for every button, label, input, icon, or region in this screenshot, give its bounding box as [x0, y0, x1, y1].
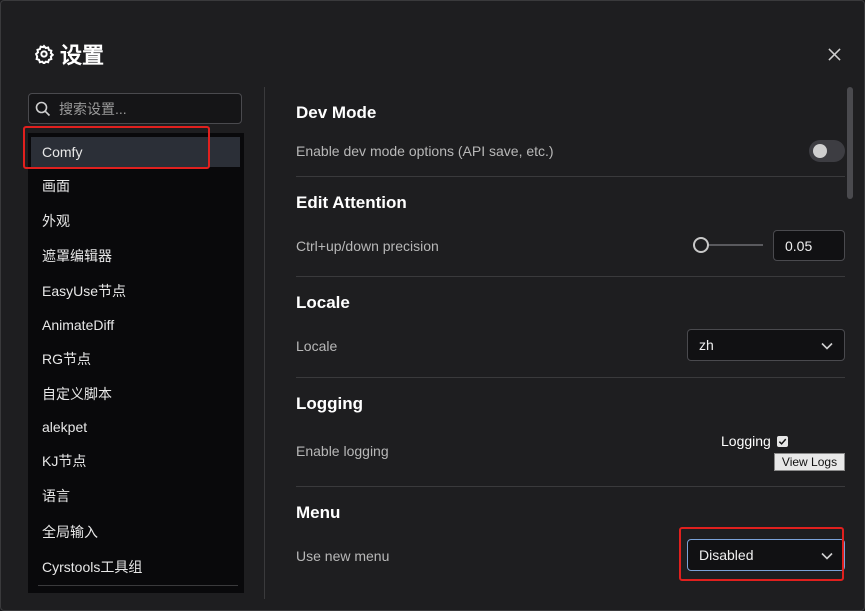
- settings-sidebar: Comfy 画面 外观 遮罩编辑器 EasyUse节点 AnimateDiff …: [28, 133, 244, 593]
- sidebar-item-comfy[interactable]: Comfy: [31, 137, 240, 167]
- sidebar-item-label: Cyrstools工具组: [42, 559, 143, 575]
- sidebar-item-custom-scripts[interactable]: 自定义脚本: [28, 379, 240, 409]
- sidebar-item-label: KJ节点: [42, 453, 87, 469]
- panel-divider: [264, 87, 265, 599]
- sidebar-item-kj-nodes[interactable]: KJ节点: [28, 446, 240, 476]
- dev-mode-toggle[interactable]: [809, 140, 845, 162]
- search-icon: [35, 101, 51, 116]
- sidebar-item-display[interactable]: 画面: [28, 171, 240, 201]
- menu-select[interactable]: Disabled: [687, 539, 845, 571]
- sidebar-item-easyuse[interactable]: EasyUse节点: [28, 276, 240, 306]
- sidebar-item-label: EasyUse节点: [42, 283, 127, 299]
- sidebar-item-animatediff[interactable]: AnimateDiff: [28, 310, 240, 340]
- section-divider: [296, 276, 845, 277]
- sidebar-item-label: AnimateDiff: [42, 317, 115, 333]
- precision-value: 0.05: [785, 237, 813, 254]
- sidebar-item-label: Comfy: [42, 144, 83, 160]
- view-logs-button[interactable]: View Logs: [774, 453, 845, 471]
- precision-slider[interactable]: [693, 237, 763, 253]
- section-divider: [296, 486, 845, 487]
- search-input[interactable]: [57, 99, 231, 118]
- locale-label: Locale: [296, 338, 338, 354]
- menu-label: Use new menu: [296, 548, 390, 564]
- sidebar-item-global-input[interactable]: 全局输入: [28, 517, 240, 547]
- checkmark-icon: [778, 438, 787, 445]
- sidebar-item-label: RG节点: [42, 351, 91, 367]
- chevron-down-icon: [821, 342, 833, 350]
- dev-mode-label: Enable dev mode options (API save, etc.): [296, 143, 554, 159]
- sidebar-item-label: 遮罩编辑器: [42, 248, 112, 264]
- sidebar-item-language[interactable]: 语言: [28, 481, 240, 511]
- sidebar-divider: [38, 585, 238, 586]
- sidebar-item-label: 自定义脚本: [42, 386, 112, 402]
- logging-label: Enable logging: [296, 443, 389, 459]
- slider-thumb[interactable]: [693, 237, 709, 253]
- sidebar-item-cyrstools[interactable]: Cyrstools工具组: [28, 552, 240, 582]
- section-title-edit-attention: Edit Attention: [296, 193, 407, 212]
- section-title-logging: Logging: [296, 394, 364, 413]
- sidebar-item-label: 外观: [42, 213, 70, 229]
- section-title-dev-mode: Dev Mode: [296, 103, 377, 122]
- menu-value: Disabled: [699, 547, 754, 563]
- sidebar-item-mask-editor[interactable]: 遮罩编辑器: [28, 241, 240, 271]
- sidebar-item-alekpet[interactable]: alekpet: [28, 412, 240, 442]
- content-scrollbar[interactable]: [847, 87, 853, 199]
- close-icon: [827, 47, 841, 61]
- section-title-locale: Locale: [296, 293, 350, 312]
- sidebar-item-label: alekpet: [42, 419, 88, 435]
- logging-checkbox[interactable]: [776, 435, 788, 447]
- sidebar-item-appearance[interactable]: 外观: [28, 206, 240, 236]
- sidebar-item-label: 画面: [42, 178, 70, 194]
- sidebar-item-label: 语言: [42, 488, 70, 504]
- logging-checkbox-label: Logging: [721, 433, 771, 449]
- dialog-title-text: 设置: [60, 43, 105, 68]
- sidebar-item-label: 全局输入: [42, 524, 98, 540]
- sidebar-item-rg-nodes[interactable]: RG节点: [28, 344, 240, 374]
- section-title-menu: Menu: [296, 503, 341, 522]
- search-box[interactable]: [28, 93, 242, 124]
- dialog-title: 设置: [34, 39, 104, 69]
- locale-select[interactable]: zh: [687, 329, 845, 361]
- gear-icon: [34, 44, 54, 64]
- section-divider: [296, 377, 845, 378]
- settings-dialog: 设置 Comfy 画面 外观 遮罩编辑器 EasyUse节点 AnimateDi…: [0, 0, 865, 611]
- toggle-knob: [813, 144, 827, 158]
- chevron-down-icon: [821, 552, 833, 560]
- locale-value: zh: [699, 337, 714, 353]
- close-button[interactable]: [823, 43, 845, 65]
- precision-input[interactable]: 0.05: [773, 230, 845, 261]
- section-divider: [296, 176, 845, 177]
- logging-checkbox-group: Logging: [721, 433, 788, 449]
- edit-attention-label: Ctrl+up/down precision: [296, 238, 439, 254]
